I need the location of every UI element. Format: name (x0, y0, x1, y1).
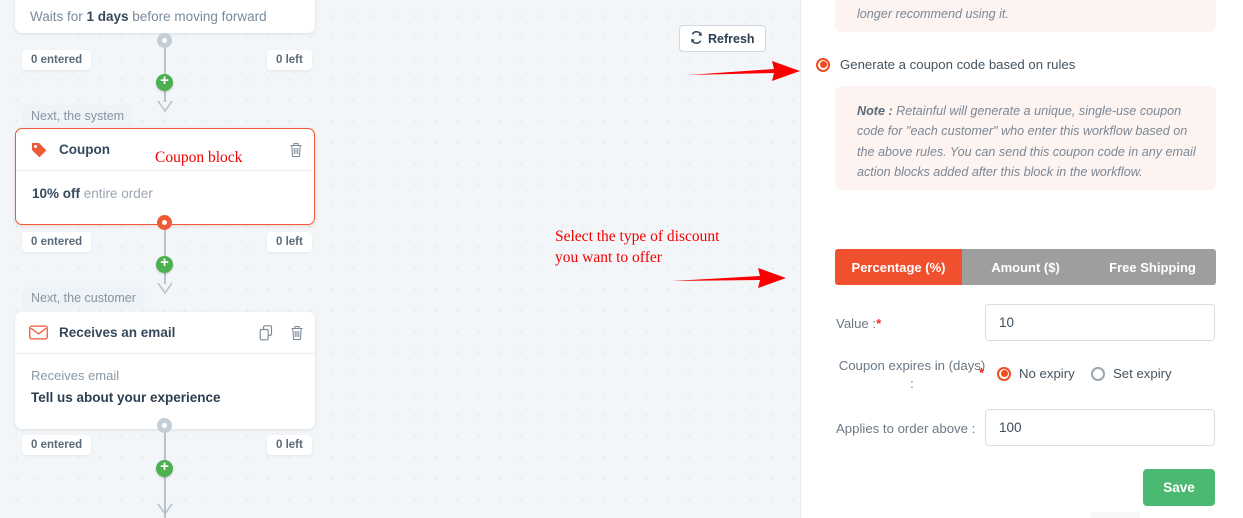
wait-suffix: before moving forward (128, 9, 267, 24)
refresh-button[interactable]: Refresh (679, 25, 766, 52)
workflow-canvas[interactable]: Waits for 1 days before moving forward +… (0, 0, 800, 518)
email-card-header: Receives an email (15, 312, 315, 354)
expiry-option-set-expiry[interactable]: Set expiry (1091, 366, 1172, 381)
save-button[interactable]: Save (1143, 469, 1215, 506)
set-expiry-label: Set expiry (1113, 366, 1172, 381)
wait-block-text: Waits for 1 days before moving forward (30, 9, 267, 24)
stat-entered-3: 0 entered (22, 435, 92, 455)
email-body-subtitle: Receives email (31, 368, 120, 383)
info-note-text: Note : Retainful will generate a unique,… (835, 86, 1216, 183)
connector-node-3 (157, 418, 172, 433)
expiry-label: Coupon expires in (days) : (837, 357, 987, 393)
connector-line-2 (164, 222, 166, 284)
tab-amount[interactable]: Amount ($) (962, 249, 1089, 285)
trash-icon[interactable] (290, 325, 304, 341)
expiry-required-star: * (979, 364, 984, 382)
connector-arrow-1 (157, 100, 173, 114)
connector-node-1 (157, 33, 172, 48)
info-note-prefix: Note : (857, 104, 893, 118)
annotation-arrow-generate (688, 58, 800, 84)
stat-left-1: 0 left (267, 50, 312, 70)
generate-coupon-radio-row[interactable]: Generate a coupon code based on rules (816, 57, 1075, 72)
annotation-arrow-tabs (672, 266, 786, 290)
coupon-card-actions (289, 129, 303, 170)
tag-icon (30, 141, 48, 159)
add-step-button-1[interactable]: + (156, 73, 173, 91)
tab-percentage[interactable]: Percentage (%) (835, 249, 962, 285)
stat-left-3: 0 left (267, 435, 312, 455)
order-above-label: Applies to order above : (836, 421, 976, 436)
wait-block-card[interactable]: Waits for 1 days before moving forward (15, 0, 315, 33)
panel-bottom-partial-element (1090, 512, 1140, 518)
save-button-label: Save (1163, 480, 1195, 495)
connector-line-1 (164, 40, 166, 102)
value-required-star: * (876, 316, 882, 331)
coupon-block-card[interactable]: Coupon 10% off entire order (15, 128, 315, 225)
discount-type-tabs[interactable]: Percentage (%) Amount ($) Free Shipping (835, 249, 1216, 285)
order-above-input[interactable]: 100 (985, 409, 1215, 446)
annotation-coupon-block: Coupon block (155, 149, 243, 166)
add-step-button-3[interactable]: + (156, 459, 173, 477)
email-body-subject: Tell us about your experience (31, 389, 221, 405)
expiry-option-no-expiry[interactable]: No expiry (997, 366, 1075, 381)
coupon-settings-panel: longer recommend using it. Generate a co… (800, 0, 1243, 518)
connector-node-2 (157, 215, 172, 230)
refresh-icon (690, 30, 703, 47)
set-expiry-radio[interactable] (1091, 366, 1105, 381)
value-field-label: Value :* (836, 315, 881, 333)
connector-label-customer: Next, the customer (22, 287, 145, 309)
email-block-card[interactable]: Receives an email Receives email Tell us… (15, 312, 315, 429)
trash-icon[interactable] (289, 142, 303, 158)
previous-note-text: longer recommend using it. (857, 7, 1009, 21)
value-label-text: Value : (836, 316, 877, 331)
coupon-discount-value: 10% off (32, 186, 81, 201)
value-input-text: 10 (999, 315, 1015, 330)
coupon-discount-scope: entire order (80, 186, 153, 201)
wait-prefix: Waits for (30, 9, 87, 24)
envelope-icon (29, 325, 48, 340)
annotation-select-discount: Select the type of discount you want to … (555, 228, 720, 266)
value-input[interactable]: 10 (985, 304, 1215, 341)
connector-arrow-2 (157, 282, 173, 296)
add-step-button-2[interactable]: + (156, 255, 173, 273)
info-note-body: Retainful will generate a unique, single… (857, 104, 1196, 180)
order-above-input-text: 100 (999, 420, 1022, 435)
stat-entered-1: 0 entered (22, 50, 92, 70)
no-expiry-radio[interactable] (997, 366, 1011, 381)
coupon-card-body: 10% off entire order (16, 171, 314, 218)
wait-duration: 1 days (86, 9, 129, 24)
connector-label-system: Next, the system (22, 105, 134, 127)
duplicate-icon[interactable] (259, 324, 275, 341)
info-note-box: Note : Retainful will generate a unique,… (835, 86, 1216, 190)
app-root: Waits for 1 days before moving forward +… (0, 0, 1243, 518)
stat-left-2: 0 left (267, 232, 312, 252)
email-card-actions (259, 312, 304, 353)
generate-coupon-radio[interactable] (816, 57, 830, 72)
previous-note-box: longer recommend using it. (835, 0, 1216, 32)
email-card-body: Receives email Tell us about your experi… (15, 354, 315, 421)
generate-coupon-label: Generate a coupon code based on rules (840, 57, 1076, 72)
email-card-title: Receives an email (59, 325, 176, 340)
expiry-label-line1: Coupon expires in (days) (838, 358, 986, 373)
expiry-label-line2: : (910, 375, 914, 391)
tab-free-shipping[interactable]: Free Shipping (1089, 249, 1216, 285)
stat-entered-2: 0 entered (22, 232, 92, 252)
connector-arrow-3 (157, 503, 173, 517)
coupon-card-title: Coupon (59, 142, 110, 157)
no-expiry-label: No expiry (1019, 366, 1075, 381)
refresh-button-label: Refresh (708, 31, 755, 46)
expiry-star-text: * (979, 365, 985, 380)
